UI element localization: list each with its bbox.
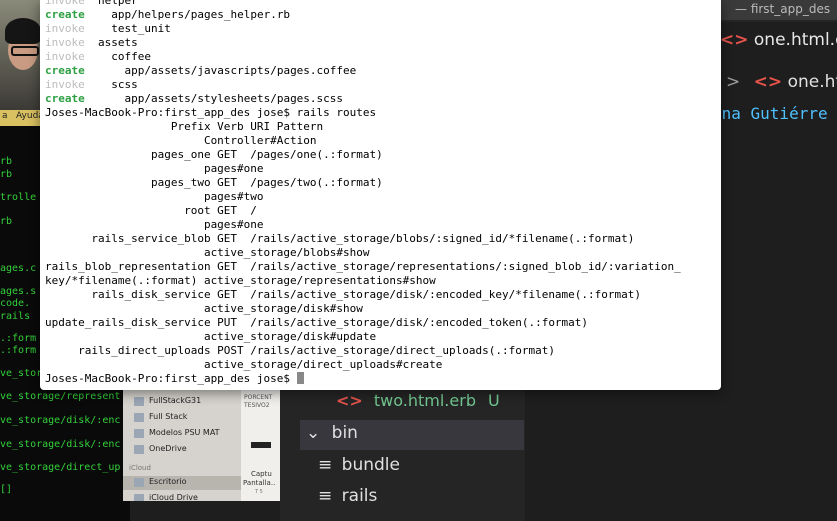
- sidebar-item[interactable]: Modelos PSU MAT: [149, 428, 220, 437]
- terminal-line: .:form: [0, 345, 37, 356]
- file-label: bundle: [341, 455, 400, 475]
- html-file-icon: <>: [720, 30, 749, 50]
- terminal-line: ages.s: [0, 286, 37, 297]
- terminal-line: ve_stor: [0, 368, 43, 379]
- chevron-down-icon: ⌄: [306, 423, 321, 443]
- html-file-icon: <>: [336, 391, 363, 410]
- sidebar-section-header: iCloud: [129, 464, 151, 472]
- webcam-overlay: [0, 0, 44, 110]
- terminal-line: ages.c: [0, 263, 37, 274]
- terminal-line: rb: [0, 169, 13, 180]
- terminal-line: code.: [0, 298, 31, 309]
- preview-label: TESIVO2: [244, 402, 270, 409]
- generator-line: invoke coffee: [45, 50, 151, 63]
- route-line: pages#two: [45, 190, 264, 203]
- preview-label: Pantalla..: [243, 479, 276, 487]
- tab-label: one.html.erb: [753, 30, 837, 50]
- breadcrumb[interactable]: > <> one.htm: [726, 72, 837, 92]
- preview-label: Captu: [251, 470, 272, 478]
- terminal-window[interactable]: invoke helper create app/helpers/pages_h…: [40, 0, 721, 390]
- finder-preview-pane: PORCENT TESIVO2 Captu Pantalla.. T 5: [241, 388, 280, 501]
- prompt-line: Joses-MacBook-Pro:first_app_des jose$ ra…: [45, 106, 377, 119]
- route-line: root GET /: [45, 204, 257, 217]
- route-line: active_storage/disk#update: [45, 330, 377, 343]
- route-line: pages_two GET /pages/two(.:format): [45, 176, 383, 189]
- generator-line: invoke helper: [45, 0, 138, 7]
- generator-line: create app/assets/stylesheets/pages.scss: [45, 92, 344, 105]
- route-line: rails_disk_service GET /rails/active_sto…: [45, 288, 642, 301]
- text-file-icon: ≡: [318, 486, 333, 506]
- terminal-line: ve_storage/disk/:enc: [0, 439, 121, 450]
- sidebar-item[interactable]: OneDrive: [149, 444, 187, 453]
- file-label: rails: [341, 486, 378, 506]
- cloud-icon: [134, 494, 144, 501]
- explorer-file-rails[interactable]: ≡ rails: [318, 486, 377, 506]
- explorer-file-bundle[interactable]: ≡ bundle: [318, 455, 400, 475]
- window-title: — first_app_des: [735, 2, 831, 16]
- terminal-line: ve_storage/direct_up: [0, 462, 121, 473]
- terminal-line: trolle: [0, 192, 37, 203]
- route-line: active_storage/blobs#show: [45, 246, 370, 259]
- route-line: active_storage/direct_uploads#create: [45, 358, 443, 371]
- folder-label: bin: [331, 423, 358, 443]
- route-line: key/*filename(.:format) active_storage/r…: [45, 274, 436, 287]
- terminal-line: .:form: [0, 333, 37, 344]
- sidebar-item[interactable]: Full Stack: [149, 412, 187, 421]
- generator-line: create app/helpers/pages_helper.rb: [45, 8, 291, 21]
- terminal-line: ve_storage/represent: [0, 391, 121, 402]
- generator-line: create app/assets/javascripts/pages.coff…: [45, 64, 357, 77]
- preview-label: PORCENT: [244, 394, 273, 401]
- route-line: pages#one: [45, 218, 264, 231]
- generator-line: invoke scss: [45, 78, 138, 91]
- code-text: ina Gutiérre: [712, 104, 828, 123]
- html-file-icon: <>: [753, 72, 783, 92]
- route-line: pages#one: [45, 162, 264, 175]
- terminal-line: rb: [0, 216, 13, 227]
- generator-line: invoke assets: [45, 36, 138, 49]
- text-cursor: [296, 372, 304, 384]
- preview-label: T 5: [255, 489, 263, 495]
- menu-item[interactable]: a: [2, 111, 8, 121]
- folder-icon: [134, 397, 144, 406]
- finder-window[interactable]: FullStackG31 Full Stack Modelos PSU MAT …: [123, 388, 280, 501]
- route-line: update_rails_disk_service PUT /rails/act…: [45, 316, 589, 329]
- screenshot-thumbnail-icon: [251, 442, 271, 448]
- generator-line: invoke test_unit: [45, 22, 171, 35]
- terminal-cursor: []: [0, 484, 13, 495]
- route-line: rails_direct_uploads POST /rails/active_…: [45, 344, 555, 357]
- text-file-icon: ≡: [318, 455, 333, 475]
- desktop-icon: [134, 478, 144, 487]
- folder-icon: [134, 445, 144, 454]
- editor-tab[interactable]: <> one.html.erb: [720, 30, 837, 50]
- sidebar-item[interactable]: FullStackG31: [149, 396, 201, 405]
- route-line: active_storage/disk#show: [45, 302, 363, 315]
- git-status-badge: U: [488, 391, 500, 410]
- route-line: Controller#Action: [45, 134, 317, 147]
- file-label: two.html.erb: [373, 391, 476, 410]
- sidebar-item[interactable]: iCloud Drive: [149, 493, 198, 501]
- route-line: rails_service_blob GET /rails/active_sto…: [45, 232, 635, 245]
- explorer-folder-bin[interactable]: ⌄ bin: [306, 423, 358, 443]
- final-prompt[interactable]: Joses-MacBook-Pro:first_app_des jose$: [45, 372, 304, 386]
- chevron-right-icon: >: [726, 72, 741, 92]
- route-line: rails_blob_representation GET /rails/act…: [45, 260, 681, 273]
- sidebar-item-selected[interactable]: Escritorio: [149, 477, 187, 486]
- terminal-line: rb: [0, 156, 13, 167]
- folder-icon: [134, 413, 144, 422]
- route-line: pages_one GET /pages/one(.:format): [45, 148, 383, 161]
- terminal-line: rails: [0, 311, 31, 322]
- menu-bar-fragment: a Ayuda: [0, 110, 44, 126]
- finder-sidebar: FullStackG31 Full Stack Modelos PSU MAT …: [123, 388, 241, 501]
- folder-icon: [134, 429, 144, 438]
- breadcrumb-label: one.htm: [787, 72, 837, 92]
- route-line: Prefix Verb URI Pattern: [45, 120, 324, 133]
- terminal-line: ve_storage/disk/:enc: [0, 415, 121, 426]
- explorer-file-item[interactable]: <> two.html.erb U: [336, 391, 500, 410]
